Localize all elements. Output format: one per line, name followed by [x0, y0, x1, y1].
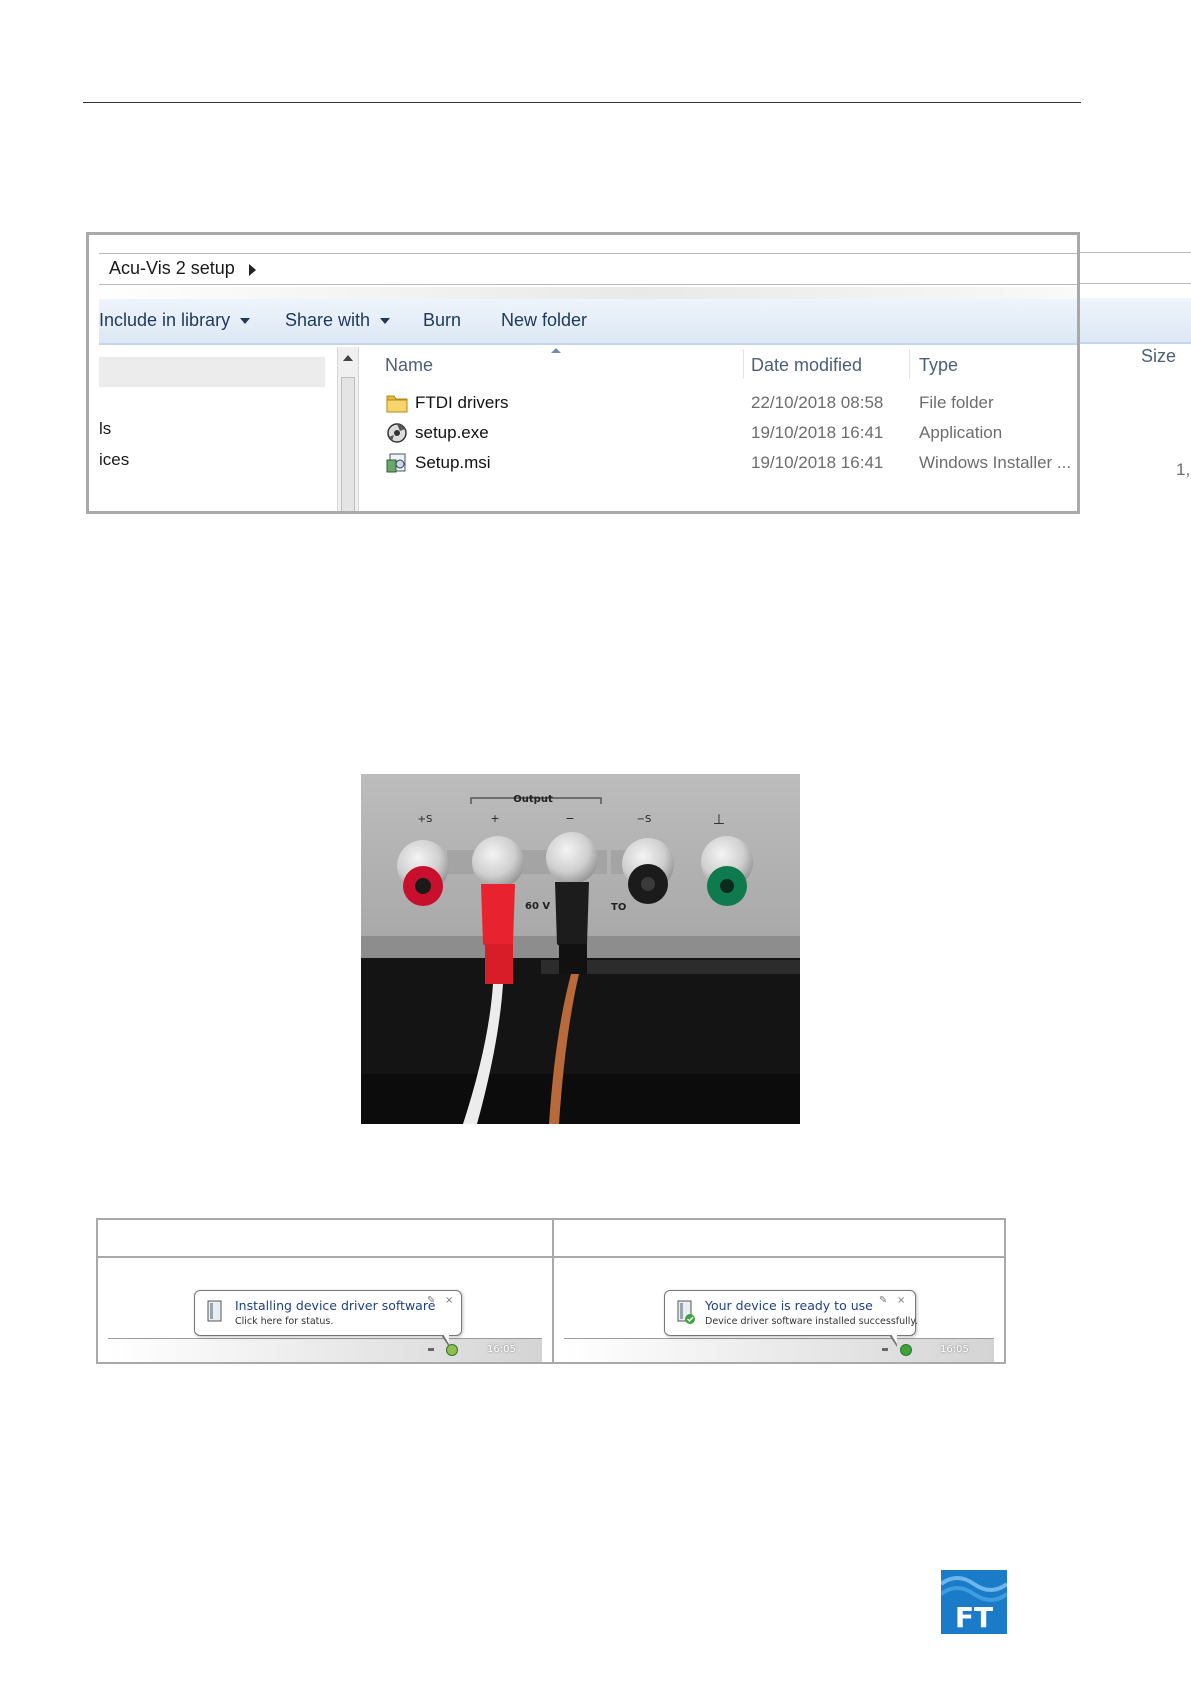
column-separator[interactable] — [909, 349, 910, 379]
balloon-title: Installing device driver software — [235, 1298, 436, 1313]
taskbar-clock[interactable]: 16:05 — [940, 1344, 969, 1355]
command-bar-overflow — [1080, 298, 1191, 344]
tray-arrow-icon[interactable] — [428, 1348, 434, 1351]
table-header-row — [98, 1220, 1004, 1258]
notification-balloon[interactable]: Installing device driver software Click … — [194, 1290, 462, 1347]
logo-text: FT — [955, 1601, 993, 1634]
notification-table: 16:05 Installing device driver software … — [96, 1218, 1006, 1364]
nav-scrollbar[interactable] — [337, 347, 359, 511]
taskbar: 16:05 — [108, 1338, 542, 1362]
balloon-title: Your device is ready to use — [705, 1298, 873, 1313]
nav-item[interactable]: ls — [99, 419, 111, 439]
ft-logo: FT — [941, 1570, 1007, 1634]
header-rule — [83, 102, 1081, 103]
scroll-up-icon[interactable] — [343, 355, 353, 361]
close-icon[interactable]: × — [445, 1295, 453, 1306]
tray-arrow-icon[interactable] — [882, 1348, 888, 1351]
output-label: Output — [513, 794, 553, 805]
balloon-subtitle: Device driver software installed success… — [705, 1316, 918, 1327]
column-header-size[interactable]: Size — [1141, 346, 1176, 367]
power-supply-photo: Output +S + − −S ⊥ 60 V TO — [361, 774, 800, 1124]
file-row[interactable]: Setup.msi 19/10/2018 16:41 Windows Insta… — [361, 449, 1077, 479]
nav-item[interactable]: ices — [99, 450, 129, 470]
taskbar-clock[interactable]: 16:05 — [487, 1344, 516, 1355]
column-header-date-modified[interactable]: Date modified — [751, 355, 862, 376]
address-bar-overflow — [1080, 252, 1191, 284]
include-in-library-button[interactable]: Include in library — [99, 310, 251, 331]
file-name: FTDI drivers — [415, 393, 509, 412]
share-with-button[interactable]: Share with — [285, 310, 391, 331]
command-bar: Include in library Share with Burn New f… — [99, 299, 1077, 345]
terminal-label: − — [565, 812, 574, 825]
file-row[interactable]: FTDI drivers 22/10/2018 08:58 File folde… — [361, 389, 1077, 419]
search-bar-blur — [89, 287, 1077, 299]
file-type: Windows Installer ... — [919, 453, 1072, 472]
device-ready-icon — [677, 1300, 695, 1324]
file-type: Application — [919, 423, 1003, 442]
file-type: File folder — [919, 393, 994, 412]
panel-text: TO — [611, 902, 626, 913]
nav-selected-item[interactable] — [99, 357, 325, 387]
pin-icon[interactable]: ✎ — [427, 1295, 435, 1306]
column-separator[interactable] — [1077, 349, 1078, 379]
include-in-library-label: Include in library — [99, 310, 231, 330]
terminal-label: + — [490, 812, 499, 825]
installing-notification-screenshot: 16:05 Installing device driver software … — [98, 1260, 552, 1362]
balloon-tail-inner — [443, 1334, 449, 1344]
burn-button[interactable]: Burn — [423, 310, 461, 331]
share-with-label: Share with — [285, 310, 371, 330]
sort-ascending-icon — [551, 348, 561, 353]
terminal-label: −S — [637, 814, 652, 825]
terminal-label: +S — [418, 814, 433, 825]
folder-icon — [386, 395, 408, 413]
ready-notification-screenshot: 16:05 Your device is ready to use Device… — [554, 1260, 1004, 1362]
scroll-thumb[interactable] — [341, 377, 355, 511]
pin-icon[interactable]: ✎ — [879, 1295, 887, 1306]
breadcrumb-arrow-icon[interactable] — [249, 264, 256, 276]
address-bar[interactable]: Acu-Vis 2 setup — [99, 253, 1077, 285]
file-date: 19/10/2018 16:41 — [751, 453, 884, 472]
column-header-name[interactable]: Name — [385, 355, 433, 376]
new-folder-button[interactable]: New folder — [501, 310, 587, 331]
explorer-overflow: Size 1, — [1080, 234, 1191, 512]
device-ready-tray-icon[interactable] — [900, 1344, 912, 1356]
balloon-tail-inner — [891, 1334, 897, 1344]
file-list: Name Date modified Type FTDI drivers 22/… — [361, 347, 1078, 511]
setup-exe-icon — [387, 423, 407, 443]
file-date: 22/10/2018 08:58 — [751, 393, 884, 412]
file-row[interactable]: setup.exe 19/10/2018 16:41 Application — [361, 419, 1077, 449]
file-name: Setup.msi — [415, 453, 491, 472]
column-separator[interactable] — [743, 349, 744, 379]
balloon-subtitle: Click here for status. — [235, 1316, 334, 1327]
notification-balloon[interactable]: Your device is ready to use Device drive… — [664, 1290, 918, 1347]
panel-text: 60 V — [525, 901, 550, 912]
file-size: 1, — [1176, 460, 1191, 479]
column-header-type[interactable]: Type — [919, 355, 958, 376]
close-icon[interactable]: × — [897, 1295, 905, 1306]
chevron-down-icon — [380, 318, 391, 325]
device-icon — [207, 1300, 222, 1322]
explorer-screenshot: Acu-Vis 2 setup Include in library Share… — [86, 232, 1080, 514]
chevron-down-icon — [240, 318, 251, 325]
navigation-pane: ls ices — [99, 347, 325, 511]
breadcrumb[interactable]: Acu-Vis 2 setup — [109, 258, 235, 279]
taskbar: 16:05 — [564, 1338, 994, 1362]
terminal-label: ⊥ — [713, 812, 725, 828]
file-name: setup.exe — [415, 423, 489, 442]
installer-icon — [386, 453, 406, 473]
file-date: 19/10/2018 16:41 — [751, 423, 884, 442]
